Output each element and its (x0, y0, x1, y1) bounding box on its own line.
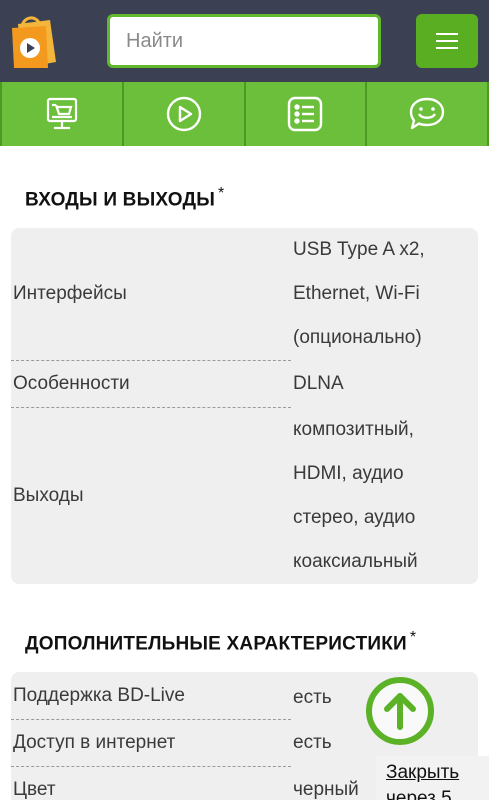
top-header (0, 0, 489, 82)
spec-value: DLNA (293, 373, 344, 394)
play-circle-icon (166, 96, 201, 132)
nav-item-catalog[interactable] (0, 82, 124, 146)
spec-value: композитный, HDMI, аудио стерео, аудио к… (293, 419, 418, 572)
nav-item-video[interactable] (124, 82, 246, 146)
category-nav-bar (0, 82, 489, 146)
monitor-cart-icon (46, 97, 77, 130)
search-input[interactable] (110, 17, 378, 65)
table-row: Выходы композитный, HDMI, аудио стерео, … (11, 408, 478, 584)
row-divider (11, 719, 291, 720)
spec-table-io: Интерфейсы USB Type A x2, Ethernet, Wi-F… (11, 228, 478, 584)
chat-smile-icon (409, 97, 445, 130)
table-row: Интерфейсы USB Type A x2, Ethernet, Wi-F… (11, 228, 478, 360)
section-title-extra: ДОПОЛНИТЕЛЬНЫЕ ХАРАКТЕРИСТИКИ * (25, 629, 417, 655)
nav-item-list[interactable] (246, 82, 368, 146)
row-divider (11, 766, 291, 767)
nav-item-feedback[interactable] (367, 82, 489, 146)
hamburger-menu-button[interactable] (416, 14, 478, 68)
shopping-bag-play-logo-icon[interactable] (10, 12, 60, 70)
spec-label: Доступ в интернет (13, 732, 176, 753)
spec-label: Поддержка BD-Live (13, 685, 185, 706)
arrow-up-icon (384, 693, 416, 730)
search-box[interactable] (107, 14, 381, 68)
spec-label: Особенности (13, 373, 130, 394)
spec-value: USB Type A x2, Ethernet, Wi-Fi (опционал… (293, 239, 425, 348)
section-title-io: ВХОДЫ И ВЫХОДЫ * (25, 185, 225, 211)
spec-label: Интерфейсы (13, 283, 127, 304)
spec-label: Выходы (13, 485, 84, 506)
row-divider (11, 360, 291, 361)
scroll-to-top-button[interactable] (366, 677, 434, 745)
spec-label: Цвет (13, 779, 56, 800)
list-icon (288, 96, 323, 132)
table-row: Особенности DLNA (11, 362, 478, 406)
close-ad-link[interactable]: Закрыть через 5 (376, 756, 489, 800)
